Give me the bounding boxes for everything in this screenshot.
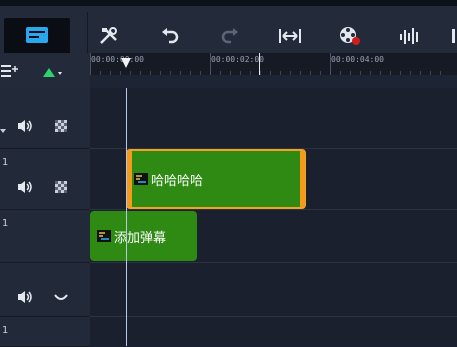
track-lane[interactable] (90, 88, 457, 149)
track-manager-icon[interactable] (1, 64, 19, 78)
track-lane[interactable] (90, 317, 457, 346)
clip-label: 添加弹幕 (114, 230, 167, 246)
ruler-label: 00:00:00:00 (91, 55, 144, 64)
timeline-toolbar (0, 6, 457, 59)
timeline-view-button[interactable] (4, 18, 70, 54)
toolbar-separator (87, 12, 88, 59)
title-clip-selected[interactable]: 哈哈哈哈 (126, 149, 306, 209)
title-clip-icon (134, 173, 148, 185)
track-header (0, 88, 90, 149)
volume-icon[interactable] (17, 118, 33, 134)
clip-label: 哈哈哈哈 (151, 173, 204, 189)
more-tools-button[interactable] (439, 20, 457, 52)
clip-trim-handle-left[interactable] (127, 151, 132, 207)
track-number: 1 (2, 325, 9, 336)
redo-button[interactable] (212, 20, 248, 52)
volume-icon[interactable] (17, 179, 33, 195)
checker-icon[interactable] (53, 179, 69, 195)
tools-icon (100, 27, 117, 44)
ruler-label: 00:00:02:00 (211, 55, 264, 64)
track-header: 1 (0, 317, 90, 347)
record-capture-button[interactable] (332, 20, 368, 52)
checker-icon[interactable] (53, 118, 69, 134)
track-lane[interactable]: 哈哈哈哈 (90, 149, 457, 210)
ruler-label: 00:00:04:00 (331, 55, 384, 64)
track-number: 1 (2, 218, 9, 229)
track-header: 1 (0, 210, 90, 263)
timeline-view-icon (26, 27, 48, 43)
ruler-strip (90, 75, 457, 88)
track-lane[interactable]: 添加弹幕 (90, 210, 457, 263)
timeline-ruler[interactable]: 00:00:00:00 00:00:02:00 00:00:04:00 (90, 53, 457, 76)
waveform-icon[interactable] (53, 289, 69, 305)
more-tools-icon (452, 29, 455, 43)
volume-icon[interactable] (17, 289, 33, 305)
fit-project-button[interactable] (272, 20, 308, 52)
track-number: 1 (2, 157, 9, 168)
undo-icon (162, 28, 179, 44)
tools-button[interactable] (91, 20, 127, 52)
track-header (0, 263, 90, 317)
audio-mixer-button[interactable] (392, 20, 428, 52)
add-marker-icon[interactable] (42, 66, 64, 78)
playhead-line[interactable] (126, 88, 127, 346)
fit-width-icon (279, 29, 301, 43)
title-clip[interactable]: 添加弹幕 (90, 211, 197, 261)
redo-icon (221, 28, 238, 44)
track-control-header (0, 53, 90, 88)
record-icon (340, 27, 360, 45)
clip-trim-handle-right[interactable] (300, 151, 305, 207)
audio-wave-icon (400, 28, 418, 44)
undo-button[interactable] (152, 20, 188, 52)
track-lane[interactable] (90, 263, 457, 317)
title-clip-icon (97, 230, 111, 242)
playhead-marker[interactable] (120, 57, 132, 69)
track-header: 1 (0, 149, 90, 210)
track-expand-icon[interactable] (0, 128, 6, 134)
